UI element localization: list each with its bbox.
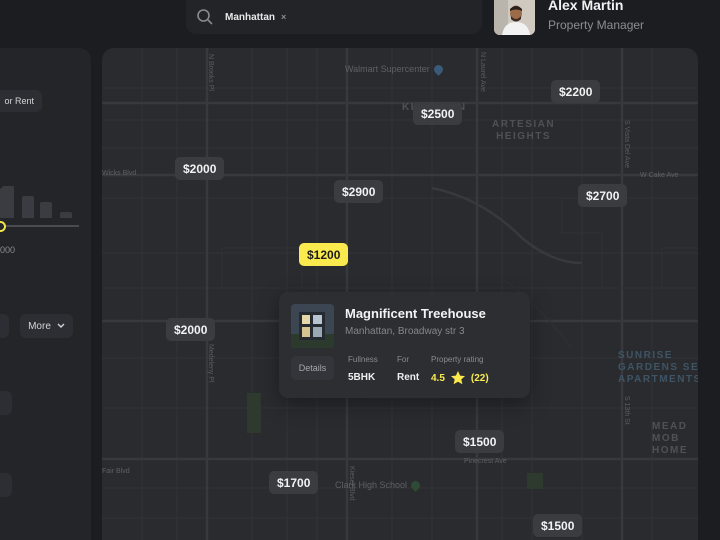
price-pin[interactable]: $1700	[269, 471, 319, 494]
school-icon	[409, 479, 422, 492]
price-pin[interactable]: $2700	[578, 184, 628, 207]
price-pin[interactable]: $1500	[455, 430, 505, 453]
user-profile[interactable]: Alex Martin Property Manager	[494, 0, 644, 35]
chevron-down-icon	[57, 323, 65, 328]
map-pin-icon	[431, 63, 445, 76]
search-chip[interactable]: Manhattan ×	[225, 12, 286, 23]
filter-option[interactable]	[0, 473, 12, 497]
search-icon[interactable]	[196, 8, 214, 26]
price-pin-selected[interactable]: $1200	[299, 243, 349, 266]
histogram-bar	[40, 202, 52, 218]
street-pinecrest: Pinecrest Ave	[464, 458, 507, 465]
property-address: Manhattan, Broadway str 3	[345, 326, 465, 337]
price-pin[interactable]: $2500	[413, 102, 463, 125]
rating-count: (22)	[470, 372, 489, 384]
close-icon[interactable]: ×	[281, 12, 286, 22]
price-range-track[interactable]	[0, 225, 79, 227]
histogram-bar	[22, 196, 34, 218]
street-kiesel: Kiesel Blvd	[348, 466, 355, 501]
fullness-label: Fullness	[348, 355, 378, 364]
rating-label: Property rating	[431, 355, 484, 364]
search-bar[interactable]: Manhattan ×	[186, 0, 482, 34]
right-gutter	[698, 0, 720, 540]
street-nlaurel: N Laurel Ave	[479, 52, 486, 92]
listing-type-filter[interactable]: or Rent	[0, 90, 42, 112]
details-button[interactable]: Details	[291, 356, 334, 380]
histogram-bar	[60, 212, 72, 218]
street-wicks: Wicks Blvd	[102, 170, 137, 177]
star-icon	[450, 371, 465, 385]
for-value: Rent	[397, 372, 420, 383]
filter-panel: or Rent 000 More	[0, 48, 91, 540]
street-fair: Fair Blvd	[102, 468, 130, 475]
more-filters-button[interactable]: More	[20, 314, 73, 338]
district-artesian: ARTESIAN HEIGHTS	[492, 119, 556, 142]
price-histogram	[0, 178, 80, 218]
district-meadow: MEAD MOB HOME	[652, 421, 688, 456]
property-title: Magnificent Treehouse	[345, 306, 486, 321]
price-pin[interactable]: $2900	[334, 180, 384, 203]
street-medeleny: Medeleny Pl	[207, 344, 214, 383]
price-pin[interactable]: $1500	[533, 514, 583, 537]
profile-name: Alex Martin	[548, 0, 624, 13]
street-s13: S 13th St	[623, 396, 630, 425]
map-label-walmart-text: Walmart Supercenter	[345, 64, 430, 74]
price-pin[interactable]: $2200	[551, 80, 601, 103]
price-min-label: 000	[0, 245, 16, 255]
street-svista: S Vista Del Ave	[623, 120, 630, 168]
map-label-clark-text: Clark High School	[335, 480, 408, 490]
rating-value: 4.5	[431, 372, 445, 384]
price-pin[interactable]: $2000	[175, 157, 225, 180]
property-rating: 4.5 (22)	[431, 370, 489, 386]
histogram-bar	[2, 186, 14, 218]
filter-option[interactable]	[0, 391, 12, 415]
filter-select[interactable]	[0, 314, 9, 338]
street-wcake: W Cake Ave	[640, 172, 679, 179]
price-range-handle[interactable]	[0, 221, 6, 232]
avatar[interactable]	[494, 0, 535, 35]
price-pin[interactable]: $2000	[166, 318, 216, 341]
fullness-value: 5BHK	[348, 372, 376, 383]
for-label: For	[397, 355, 409, 364]
map-label-walmart: Walmart Supercenter	[345, 63, 445, 76]
district-sunrise: SUNRISE GARDENS SENIOR APARTMENTS	[618, 350, 698, 385]
property-card[interactable]: Magnificent Treehouse Manhattan, Broadwa…	[279, 292, 530, 398]
more-filters-label: More	[28, 320, 51, 332]
property-thumbnail[interactable]	[291, 304, 334, 348]
search-chip-label: Manhattan	[225, 11, 275, 23]
profile-role: Property Manager	[548, 18, 645, 32]
street-nbrooks: N Brooks Pl	[207, 54, 214, 91]
